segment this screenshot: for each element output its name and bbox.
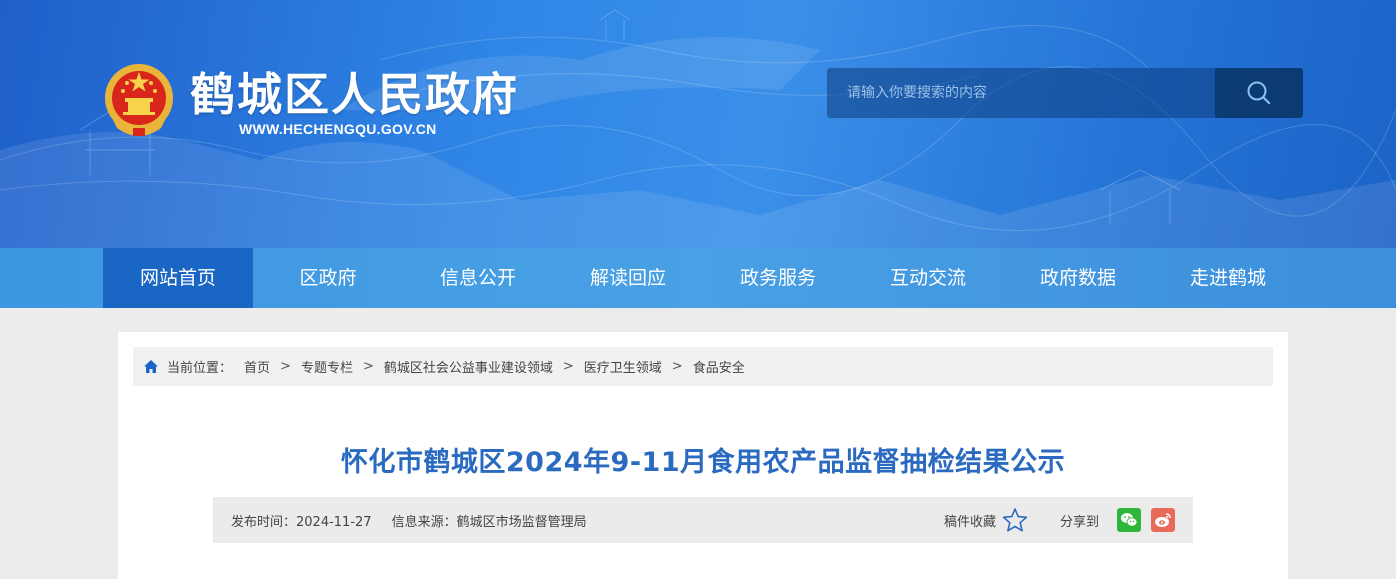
search-button[interactable] [1215,68,1303,118]
site-url: WWW.HECHENGQU.GOV.CN [239,121,437,137]
share-weibo-button[interactable] [1151,508,1175,532]
breadcrumb-item-medical-health[interactable]: 医疗卫生领域 [584,357,662,376]
breadcrumb-label: 当前位置： [167,361,233,376]
publish-time: 发布时间：2024-11-27 [231,514,372,530]
breadcrumb-separator: > [671,359,683,374]
search-icon [1247,81,1271,105]
collect-button[interactable]: 稿件收藏 [944,507,1028,533]
weibo-icon [1155,513,1171,527]
star-icon [1002,507,1028,533]
nav-item-about-hecheng[interactable]: 走进鹤城 [1153,248,1303,308]
breadcrumb-item-food-safety[interactable]: 食品安全 [693,357,745,376]
info-source: 信息来源：鹤城区市场监督管理局 [391,514,587,530]
content-panel: 当前位置： 首页 > 专题专栏 > 鹤城区社会公益事业建设领域 > 医疗卫生领域… [118,332,1288,579]
share-wechat-button[interactable] [1117,508,1141,532]
nav-item-government-services[interactable]: 政务服务 [703,248,853,308]
nav-item-district-government[interactable]: 区政府 [253,248,403,308]
site-title[interactable]: 鹤城区人民政府 [190,58,519,123]
search-box [827,68,1303,118]
nav-item-interaction[interactable]: 互动交流 [853,248,1003,308]
home-icon[interactable] [143,359,159,374]
breadcrumb-item-special-topics[interactable]: 专题专栏 [301,357,353,376]
collect-label: 稿件收藏 [943,514,996,530]
nav-item-interpretation-response[interactable]: 解读回应 [553,248,703,308]
banner-landscape-texture [0,9,1396,248]
article-title: 怀化市鹤城区2024年9-11月食用农产品监督抽检结果公示 [340,447,1066,478]
wechat-icon [1121,513,1138,527]
nav-item-information-disclosure[interactable]: 信息公开 [403,248,553,308]
main-nav: 网站首页 区政府 信息公开 解读回应 政务服务 互动交流 政府数据 走进鹤城 [0,248,1396,308]
header-banner: 鹤城区人民政府 WWW.HECHENGQU.GOV.CN [0,0,1396,248]
article-meta-bar: 发布时间：2024-11-27 信息来源：鹤城区市场监督管理局 稿件收藏 分享到 [213,497,1193,543]
breadcrumb-separator: > [362,359,374,374]
nav-item-government-data[interactable]: 政府数据 [1003,248,1153,308]
breadcrumb: 当前位置： 首页 > 专题专栏 > 鹤城区社会公益事业建设领域 > 医疗卫生领域… [133,347,1273,386]
breadcrumb-item-home[interactable]: 首页 [244,357,270,376]
breadcrumb-item-public-welfare[interactable]: 鹤城区社会公益事业建设领域 [384,357,553,376]
search-input[interactable] [827,68,1215,118]
national-emblem-icon [105,64,173,136]
share-label: 分享到 [1059,514,1099,530]
breadcrumb-separator: > [562,359,574,374]
breadcrumb-separator: > [280,359,291,374]
nav-item-home[interactable]: 网站首页 [103,248,253,308]
